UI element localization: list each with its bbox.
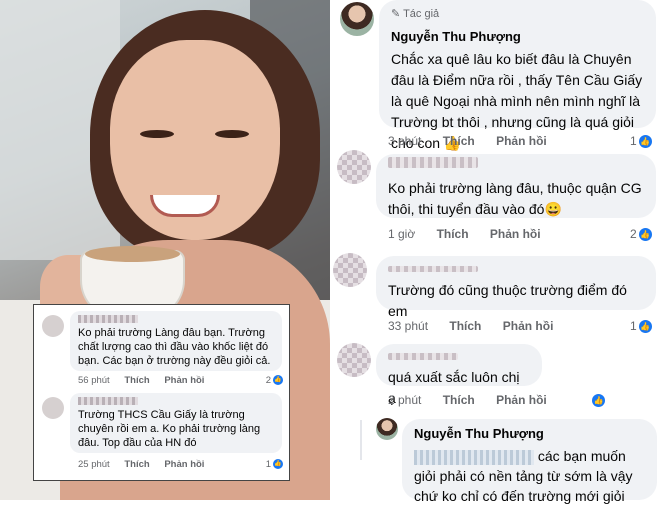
photo: Ko phải trường Làng đâu bạn. Trường chất… xyxy=(0,0,330,500)
reaction-icon[interactable]: 👍 xyxy=(590,393,605,408)
comment-time[interactable]: 25 phút xyxy=(78,459,110,470)
like-button[interactable]: Thích xyxy=(124,375,149,386)
reaction-number: 1 xyxy=(265,459,271,470)
comment-actions: 33 phút Thích Phản hồi xyxy=(388,319,571,333)
comment-time[interactable]: 3 phút xyxy=(388,134,421,148)
comment-text: Trường THCS Cầu Giấy là trường chuyên rồ… xyxy=(78,409,261,449)
reply-button[interactable]: Phản hồi xyxy=(164,459,204,470)
comment-bubble: quá xuất sắc luôn chị ạ xyxy=(376,344,542,406)
avatar[interactable] xyxy=(337,343,371,377)
comment-time[interactable]: 33 phút xyxy=(388,319,428,333)
photo-smile xyxy=(150,195,220,217)
reply-button[interactable]: Phản hồi xyxy=(164,375,204,386)
comment-actions: 3 phút Thích Phản hồi xyxy=(388,134,565,148)
reaction-number: 2 xyxy=(630,227,637,241)
like-icon: 👍 xyxy=(638,320,652,334)
reaction-number: 1 xyxy=(630,134,637,148)
like-icon: 👍 xyxy=(592,394,605,408)
blurred-name xyxy=(388,266,478,272)
avatar[interactable] xyxy=(42,397,64,419)
reply-thread-line xyxy=(360,420,362,460)
like-button[interactable]: Thích xyxy=(449,319,481,333)
avatar[interactable] xyxy=(42,315,64,337)
comment-bubble: Ko phải trường làng đâu, thuộc quận CG t… xyxy=(376,154,656,218)
reaction-count[interactable]: 1 👍 xyxy=(266,459,283,470)
comment-actions: 25 phút Thích Phản hồi xyxy=(78,459,216,470)
reaction-number: 1 xyxy=(630,319,637,333)
like-icon: 👍 xyxy=(638,228,652,242)
reaction-count[interactable]: 1 👍 xyxy=(630,319,652,334)
like-button[interactable]: Thích xyxy=(443,393,475,407)
blurred-name xyxy=(78,315,138,323)
avatar[interactable] xyxy=(340,2,374,36)
reaction-count[interactable]: 2 👍 xyxy=(630,227,652,242)
avatar[interactable] xyxy=(376,418,398,440)
comment-actions: 56 phút Thích Phản hồi xyxy=(78,375,216,386)
comment-bubble: Trường THCS Cầu Giấy là trường chuyên rồ… xyxy=(70,393,282,453)
like-icon: 👍 xyxy=(273,459,283,470)
comment-text: Ko phải trường Làng đâu bạn. Trường chất… xyxy=(78,327,271,367)
blurred-name xyxy=(388,157,478,168)
blurred-name xyxy=(388,353,458,360)
comment-time[interactable]: 2 phút xyxy=(388,393,421,407)
like-icon: 👍 xyxy=(273,375,283,386)
tagged-user-blurred[interactable] xyxy=(414,449,534,465)
like-icon: 👍 xyxy=(638,135,652,149)
reaction-count[interactable]: 1 👍 xyxy=(630,134,652,149)
comment-text-wrap: các bạn muốn giỏi phải có nền tảng từ sớ… xyxy=(414,446,645,506)
avatar[interactable] xyxy=(333,253,367,287)
comment-actions: 2 phút Thích Phản hồi xyxy=(388,393,565,407)
comment-bubble: Trường đó cũng thuộc trường điểm đó em xyxy=(376,256,656,319)
comment-overlay-box: Ko phải trường Làng đâu bạn. Trường chất… xyxy=(33,304,290,481)
reply-button[interactable]: Phản hồi xyxy=(496,134,547,148)
like-button[interactable]: Thích xyxy=(437,227,469,241)
comment-bubble: ✎ Tác giả Nguyễn Thu Phượng Chắc xa quê … xyxy=(379,0,656,151)
comment-author[interactable]: Nguyễn Thu Phượng xyxy=(414,423,645,444)
author-badge-text: Tác giả xyxy=(403,8,440,20)
blurred-name xyxy=(78,397,138,405)
comment-time[interactable]: 1 giờ xyxy=(388,227,415,241)
photo-eye xyxy=(215,130,249,138)
comment-text: Trường đó cũng thuộc trường điểm đó em xyxy=(388,282,627,319)
reply-button[interactable]: Phản hồi xyxy=(490,227,541,241)
comment-bubble: Ko phải trường Làng đâu bạn. Trường chất… xyxy=(70,311,282,371)
comment-bubble: Nguyễn Thu Phượng các bạn muốn giỏi phải… xyxy=(402,419,657,504)
overlay-comment: Trường THCS Cầu Giấy là trường chuyên rồ… xyxy=(42,393,287,475)
avatar[interactable] xyxy=(337,150,371,184)
comment-text: Ko phải trường làng đâu, thuộc quận CG t… xyxy=(388,180,642,217)
comment-author[interactable]: Nguyễn Thu Phượng xyxy=(391,26,644,47)
reaction-number: 2 xyxy=(265,375,271,386)
overlay-comment: Ko phải trường Làng đâu bạn. Trường chất… xyxy=(42,311,287,391)
author-badge: ✎ Tác giả xyxy=(391,8,440,20)
reply-button[interactable]: Phản hồi xyxy=(503,319,554,333)
comment-actions: 1 giờ Thích Phản hồi xyxy=(388,227,559,241)
reply-button[interactable]: Phản hồi xyxy=(496,393,547,407)
like-button[interactable]: Thích xyxy=(124,459,149,470)
photo-eye xyxy=(140,130,174,138)
photo-coffee-surface xyxy=(85,246,180,262)
reaction-count[interactable]: 2 👍 xyxy=(266,375,283,386)
like-button[interactable]: Thích xyxy=(443,134,475,148)
comment-time[interactable]: 56 phút xyxy=(78,375,110,386)
